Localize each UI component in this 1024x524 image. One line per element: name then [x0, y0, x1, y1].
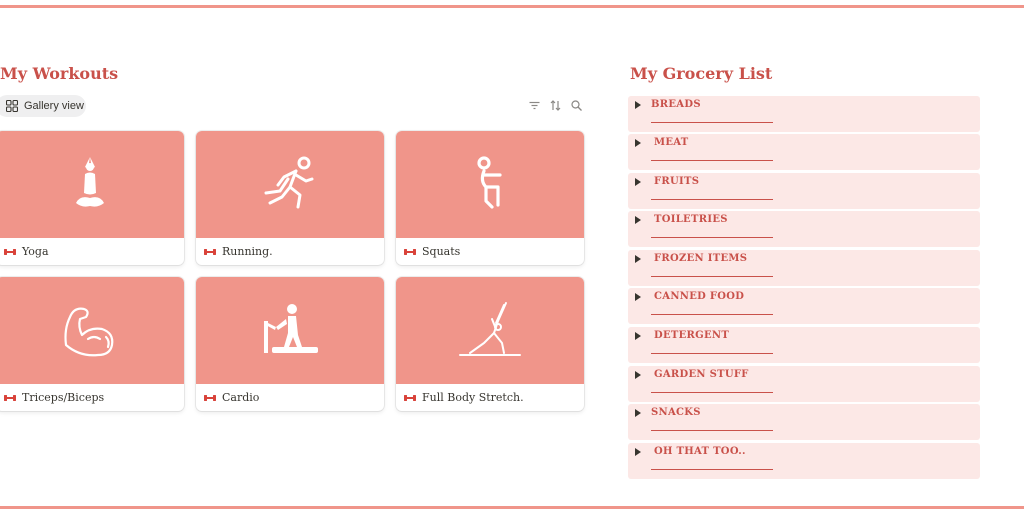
grocery-toggle-fruits[interactable]: FRUITS	[628, 173, 980, 209]
toggle-arrow-icon[interactable]	[635, 101, 641, 109]
toggle-arrow-icon[interactable]	[635, 332, 641, 340]
grocery-label: MEAT	[654, 137, 689, 148]
workouts-heading: My Workouts	[0, 64, 119, 83]
card-caption: Full Body Stretch.	[404, 391, 524, 404]
card-caption: Triceps/Biceps	[4, 391, 104, 404]
grocery-underline	[651, 430, 773, 431]
running-person-icon	[264, 156, 314, 208]
toggle-arrow-icon[interactable]	[635, 216, 641, 224]
dumbbell-icon	[204, 248, 216, 255]
grocery-toggle-oh-that-too[interactable]: OH THAT TOO..	[628, 443, 980, 479]
grocery-underline	[651, 314, 773, 315]
card-title: Squats	[422, 245, 461, 258]
gallery-view-label: Gallery view	[24, 100, 84, 112]
grocery-label: OH THAT TOO..	[654, 446, 746, 457]
grocery-toggle-detergent[interactable]: DETERGENT	[628, 327, 980, 363]
card-cover	[396, 131, 584, 238]
grocery-label: FRUITS	[654, 176, 700, 187]
grocery-label: BREADS	[651, 99, 701, 110]
toggle-arrow-icon[interactable]	[635, 139, 641, 147]
grocery-label: CANNED FOOD	[654, 291, 745, 302]
toggle-arrow-icon[interactable]	[635, 448, 641, 456]
toggle-arrow-icon[interactable]	[635, 293, 641, 301]
grocery-toggle-meat[interactable]: MEAT	[628, 134, 980, 170]
card-cover	[196, 277, 384, 384]
grocery-label: FROZEN ITEMS	[654, 253, 748, 264]
grocery-underline	[651, 237, 773, 238]
grocery-underline	[651, 469, 773, 470]
grocery-toggle-toiletries[interactable]: TOILETRIES	[628, 211, 980, 247]
dumbbell-icon	[4, 394, 16, 401]
workout-card-triceps-biceps[interactable]: Triceps/Biceps	[0, 277, 184, 411]
grocery-underline	[651, 122, 773, 123]
grocery-underline	[651, 199, 773, 200]
card-title: Running.	[222, 245, 273, 258]
workout-card-cardio[interactable]: Cardio	[196, 277, 384, 411]
squat-person-icon	[477, 155, 502, 209]
grocery-toggle-frozen-items[interactable]: FROZEN ITEMS	[628, 250, 980, 286]
workout-card-squats[interactable]: Squats	[396, 131, 584, 265]
toggle-arrow-icon[interactable]	[635, 371, 641, 379]
grocery-toggle-canned-food[interactable]: CANNED FOOD	[628, 288, 980, 324]
dumbbell-icon	[404, 248, 416, 255]
yoga-pose-icon	[76, 156, 104, 207]
card-caption: Cardio	[204, 391, 259, 404]
card-title: Cardio	[222, 391, 260, 404]
flexed-arm-icon	[64, 307, 114, 356]
dumbbell-icon	[204, 394, 216, 401]
workout-card-yoga[interactable]: Yoga	[0, 131, 184, 265]
card-cover	[396, 277, 584, 384]
bottom-divider	[0, 506, 1024, 509]
card-caption: Squats	[404, 245, 460, 258]
grocery-underline	[651, 160, 773, 161]
grocery-label: TOILETRIES	[654, 214, 728, 225]
workout-card-running[interactable]: Running.	[196, 131, 384, 265]
card-cover	[0, 131, 184, 238]
card-title: Full Body Stretch.	[422, 391, 524, 404]
card-caption: Running.	[204, 245, 273, 258]
grocery-underline	[651, 392, 773, 393]
grocery-toggle-snacks[interactable]: SNACKS	[628, 404, 980, 440]
grocery-underline	[651, 353, 773, 354]
grocery-label: GARDEN STUFF	[654, 369, 749, 380]
toggle-arrow-icon[interactable]	[635, 409, 641, 417]
database-toolbar	[528, 99, 583, 112]
grocery-underline	[651, 276, 773, 277]
gallery-grid-icon	[6, 100, 18, 112]
treadmill-icon	[264, 303, 318, 353]
card-caption: Yoga	[4, 245, 49, 258]
dumbbell-icon	[4, 248, 16, 255]
toggle-arrow-icon[interactable]	[635, 178, 641, 186]
card-cover	[0, 277, 184, 384]
grocery-toggle-breads[interactable]: BREADS	[628, 96, 980, 132]
sort-icon[interactable]	[549, 99, 562, 112]
workout-card-full-body-stretch[interactable]: Full Body Stretch.	[396, 277, 584, 411]
card-title: Yoga	[22, 245, 49, 258]
grocery-label: SNACKS	[651, 407, 701, 418]
card-cover	[196, 131, 384, 238]
dumbbell-icon	[404, 394, 416, 401]
search-icon[interactable]	[570, 99, 583, 112]
toggle-arrow-icon[interactable]	[635, 255, 641, 263]
card-title: Triceps/Biceps	[22, 391, 105, 404]
grocery-toggle-garden-stuff[interactable]: GARDEN STUFF	[628, 366, 980, 402]
stretching-person-icon	[459, 301, 521, 356]
filter-icon[interactable]	[528, 99, 541, 112]
grocery-label: DETERGENT	[654, 330, 730, 341]
top-divider	[0, 5, 1024, 8]
gallery-view-tab[interactable]: Gallery view	[0, 95, 86, 117]
grocery-heading: My Grocery List	[630, 64, 773, 83]
